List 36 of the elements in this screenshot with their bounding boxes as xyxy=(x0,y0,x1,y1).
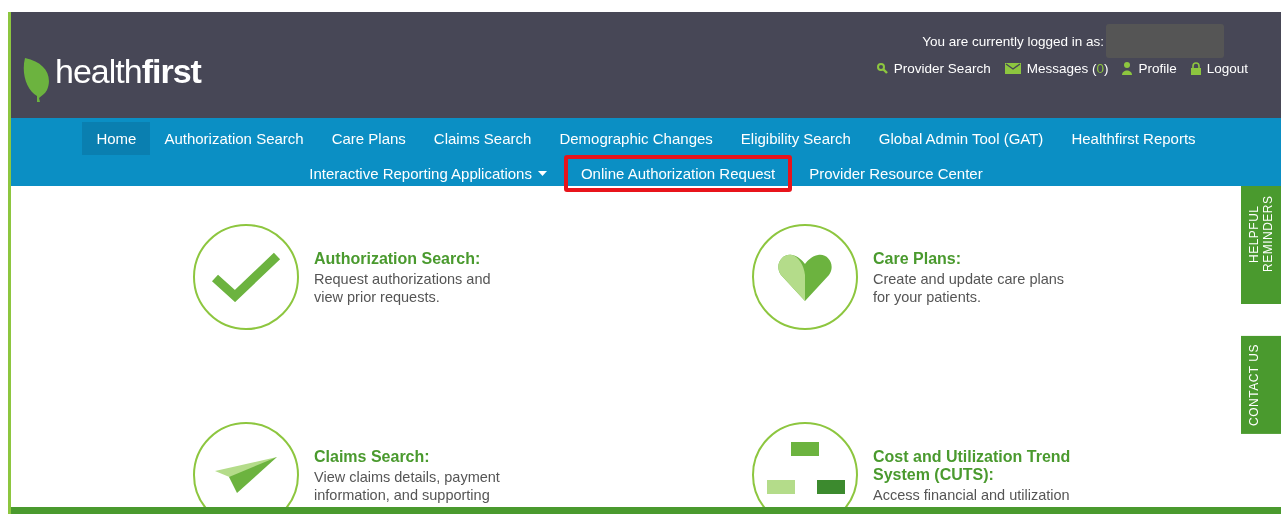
card-description: Create and update care plans xyxy=(873,270,1066,288)
card-description: View claims details, payment xyxy=(314,468,501,486)
nav-item[interactable]: Authorization Search xyxy=(150,122,318,155)
check-circle-icon[interactable] xyxy=(193,224,299,330)
nav-item[interactable]: Claims Search xyxy=(419,122,546,155)
side-tab[interactable]: HELPFUL REMINDERS xyxy=(1241,186,1281,304)
heart-circle-icon[interactable] xyxy=(752,224,858,330)
card-title[interactable]: Care Plans: xyxy=(873,250,1103,268)
nav-item[interactable]: Interactive Reporting Applications xyxy=(292,155,564,192)
card-title[interactable]: Cost and Utilization Trend System (CUTS): xyxy=(873,448,1103,484)
login-label: You are currently logged in as: xyxy=(922,33,1104,49)
header-link[interactable]: Logout xyxy=(1206,61,1248,76)
card-description: for your patients. xyxy=(873,288,982,306)
search-icon xyxy=(876,63,888,74)
card-description: Request authorizations and xyxy=(314,270,492,288)
card-description: view prior requests. xyxy=(314,288,441,306)
nav-item[interactable]: Online Authorization Request xyxy=(563,155,793,192)
nav-item[interactable]: Demographic Changes xyxy=(545,122,727,155)
card-title[interactable]: Claims Search: xyxy=(314,448,544,466)
nav-item[interactable]: Eligibility Search xyxy=(726,122,865,155)
lock-icon xyxy=(1190,62,1201,75)
nav-item[interactable]: Home xyxy=(82,122,151,155)
nav-item[interactable]: Care Plans xyxy=(317,122,420,155)
card-title[interactable]: Authorization Search: xyxy=(314,250,544,268)
side-tab[interactable]: CONTACT US xyxy=(1241,336,1281,434)
envelope-icon xyxy=(1004,63,1021,74)
header-link[interactable]: Provider Search xyxy=(893,61,991,76)
card-description: Access financial and utilization xyxy=(873,486,1071,504)
person-icon xyxy=(1122,62,1133,75)
healthfirst-logo[interactable]: healthfirst xyxy=(55,54,201,88)
header-link[interactable]: Profile xyxy=(1138,61,1177,76)
nav-item[interactable]: Provider Resource Center xyxy=(792,155,1000,192)
card-description: information, and supporting xyxy=(314,486,491,504)
nav-item[interactable]: Global Admin Tool (GAT) xyxy=(864,122,1058,155)
header-link[interactable]: Messages (0) xyxy=(1026,61,1109,76)
nav-item[interactable]: Healthfirst Reports xyxy=(1057,122,1210,155)
